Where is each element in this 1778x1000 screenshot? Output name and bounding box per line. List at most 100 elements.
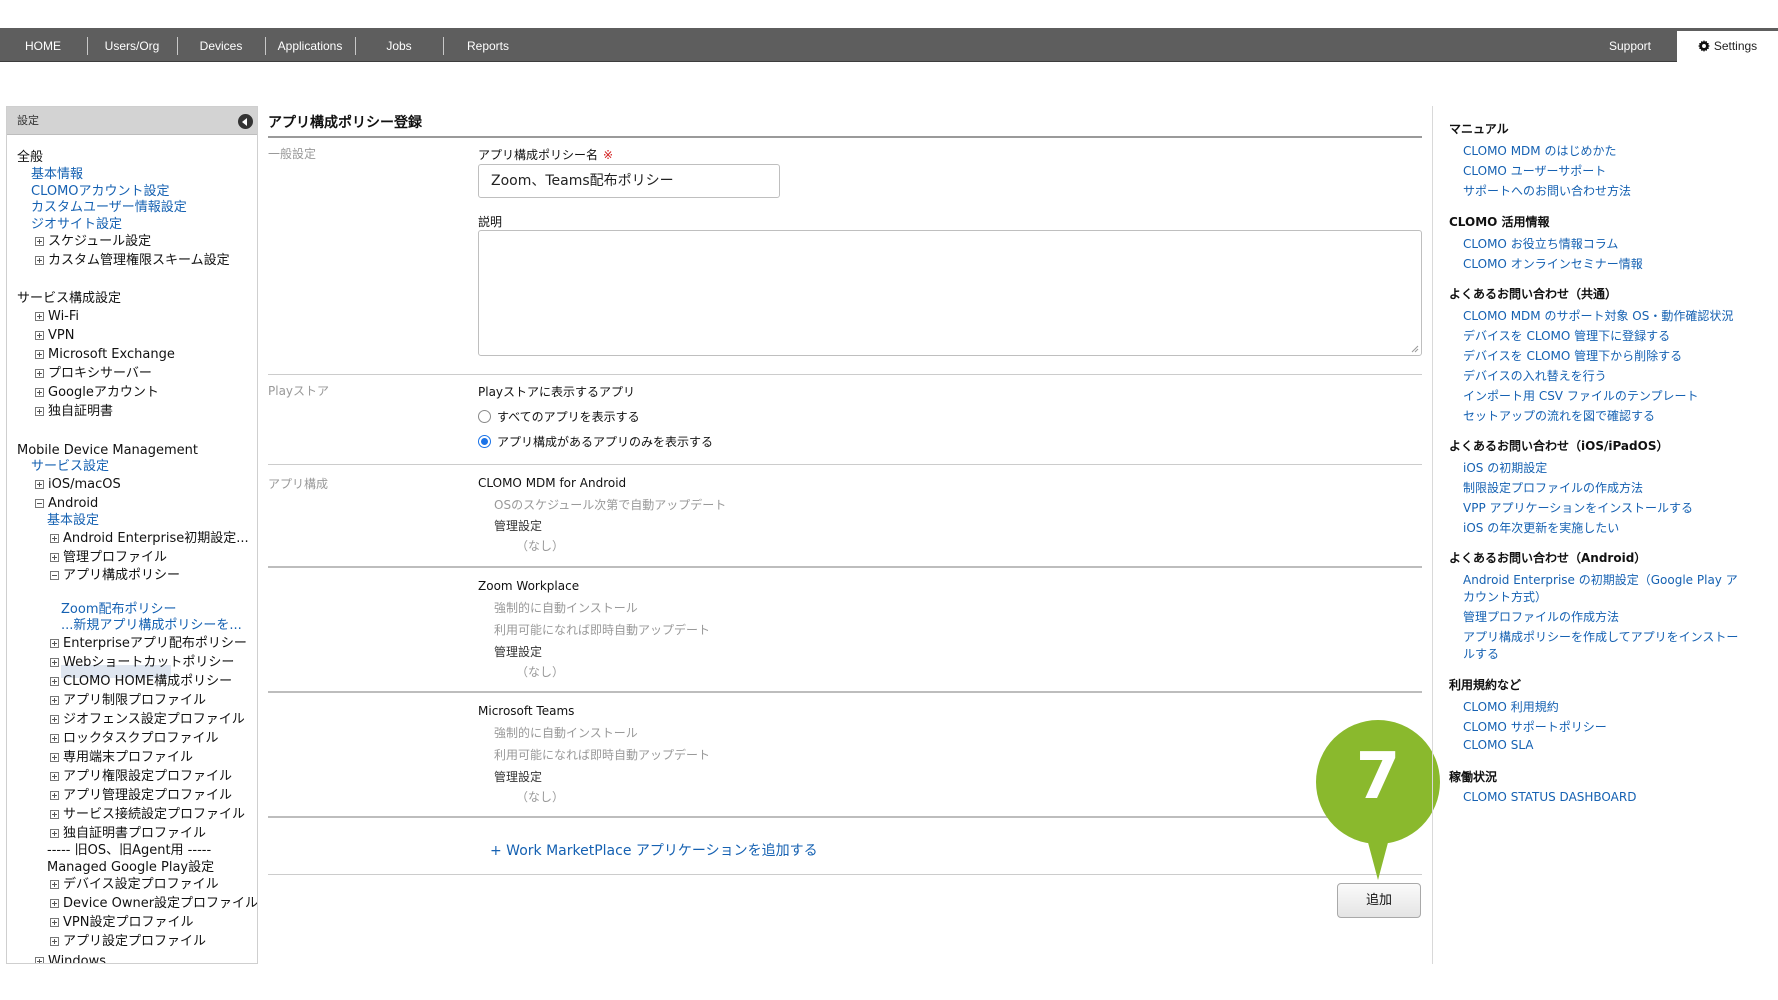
expand-icon[interactable] xyxy=(50,753,59,762)
resize-handle-icon[interactable] xyxy=(1411,345,1419,353)
nav-jobs[interactable]: Jobs xyxy=(356,28,442,62)
tree-link-android-basic[interactable]: 基本設定 xyxy=(47,512,99,530)
expand-icon[interactable] xyxy=(50,791,59,800)
tree-item-device-owner[interactable]: Device Owner設定プロファイル xyxy=(50,895,257,913)
help-link-continued[interactable]: ルする xyxy=(1463,645,1499,662)
help-link[interactable]: CLOMO MDM のサポート対象 OS・動作確認状況 xyxy=(1463,307,1733,324)
help-link[interactable]: インポート用 CSV ファイルのテンプレート xyxy=(1463,387,1698,404)
expand-icon[interactable] xyxy=(50,734,59,743)
expand-icon[interactable] xyxy=(35,480,44,489)
tree-item-android[interactable]: Android xyxy=(35,495,98,513)
tree-item-google-account[interactable]: Googleアカウント xyxy=(35,384,159,402)
tree-item-app-restriction[interactable]: アプリ制限プロファイル xyxy=(50,692,206,710)
tree-item-windows[interactable]: Windows xyxy=(35,953,106,963)
help-link[interactable]: アプリ構成ポリシーを作成してアプリをインストー xyxy=(1463,628,1738,645)
expand-icon[interactable] xyxy=(35,407,44,416)
tree-item-vpn[interactable]: VPN xyxy=(35,327,74,345)
help-link[interactable]: iOS の年次更新を実施したい xyxy=(1463,519,1619,536)
collapse-sidebar-icon[interactable] xyxy=(238,114,253,129)
tree-item-geofence[interactable]: ジオフェンス設定プロファイル xyxy=(50,711,245,729)
expand-icon[interactable] xyxy=(50,810,59,819)
policy-name-input[interactable]: Zoom、Teams配布ポリシー xyxy=(478,164,780,198)
expand-icon[interactable] xyxy=(50,696,59,705)
radio-button[interactable] xyxy=(478,410,491,423)
nav-settings-tab[interactable]: Settings xyxy=(1677,31,1778,62)
expand-icon[interactable] xyxy=(35,957,44,963)
help-link[interactable]: CLOMO ユーザーサポート xyxy=(1463,162,1606,179)
nav-support[interactable]: Support xyxy=(1590,28,1670,62)
expand-icon[interactable] xyxy=(35,331,44,340)
expand-icon[interactable] xyxy=(35,388,44,397)
tree-item-vpn-profile[interactable]: VPN設定プロファイル xyxy=(50,914,193,932)
help-link-continued[interactable]: カウント方式） xyxy=(1463,588,1547,605)
radio-button-selected[interactable] xyxy=(478,435,491,448)
expand-icon[interactable] xyxy=(50,880,59,889)
help-link[interactable]: CLOMO SLA xyxy=(1463,738,1533,752)
tree-item-certificate-profile[interactable]: 独自証明書プロファイル xyxy=(50,825,206,843)
help-link[interactable]: iOS の初期設定 xyxy=(1463,459,1547,476)
expand-icon[interactable] xyxy=(50,534,59,543)
expand-icon[interactable] xyxy=(50,677,59,686)
nav-home[interactable]: HOME xyxy=(0,28,86,62)
expand-icon[interactable] xyxy=(50,658,59,667)
help-link[interactable]: セットアップの流れを図で確認する xyxy=(1463,407,1655,424)
description-textarea[interactable] xyxy=(478,230,1422,356)
tree-item-device-settings[interactable]: デバイス設定プロファイル xyxy=(50,876,219,894)
nav-users-org[interactable]: Users/Org xyxy=(88,28,176,62)
tree-item-enterprise-app[interactable]: Enterpriseアプリ配布ポリシー xyxy=(50,635,247,653)
nav-devices[interactable]: Devices xyxy=(178,28,264,62)
expand-icon[interactable] xyxy=(35,350,44,359)
tree-item-lock-task[interactable]: ロックタスクプロファイル xyxy=(50,730,218,748)
radio-show-configured-apps[interactable]: アプリ構成があるアプリのみを表示する xyxy=(478,434,713,450)
tree-link-custom-user-info[interactable]: カスタムユーザー情報設定 xyxy=(31,199,187,217)
tree-item-mgmt-profile[interactable]: 管理プロファイル xyxy=(50,549,167,567)
help-link[interactable]: CLOMO 利用規約 xyxy=(1463,698,1559,715)
tree-item-app-settings-profile[interactable]: アプリ設定プロファイル xyxy=(50,933,206,951)
help-link[interactable]: デバイスを CLOMO 管理下に登録する xyxy=(1463,327,1670,344)
expand-icon[interactable] xyxy=(50,639,59,648)
tree-item-app-management[interactable]: アプリ管理設定プロファイル xyxy=(50,787,232,805)
tree-item-dedicated-device[interactable]: 専用端末プロファイル xyxy=(50,749,193,767)
tree-item-app-config-policy[interactable]: アプリ構成ポリシー xyxy=(50,567,180,585)
help-link[interactable]: CLOMO MDM のはじめかた xyxy=(1463,142,1616,159)
nav-reports[interactable]: Reports xyxy=(444,28,532,62)
help-link[interactable]: 管理プロファイルの作成方法 xyxy=(1463,608,1619,625)
expand-icon[interactable] xyxy=(35,369,44,378)
help-link[interactable]: CLOMO オンラインセミナー情報 xyxy=(1463,255,1643,272)
expand-icon[interactable] xyxy=(35,237,44,246)
help-link-status-dashboard[interactable]: CLOMO STATUS DASHBOARD xyxy=(1463,790,1636,804)
tree-link-geosite[interactable]: ジオサイト設定 xyxy=(31,216,122,234)
tree-item-app-permission[interactable]: アプリ権限設定プロファイル xyxy=(50,768,232,786)
help-link[interactable]: CLOMO サポートポリシー xyxy=(1463,718,1607,735)
expand-icon[interactable] xyxy=(35,256,44,265)
expand-icon[interactable] xyxy=(50,553,59,562)
expand-icon[interactable] xyxy=(50,937,59,946)
help-link[interactable]: デバイスの入れ替えを行う xyxy=(1463,367,1607,384)
help-link[interactable]: VPP アプリケーションをインストールする xyxy=(1463,499,1693,516)
tree-item-web-shortcut[interactable]: Webショートカットポリシー xyxy=(50,654,234,672)
tree-item-custom-permission[interactable]: カスタム管理権限スキーム設定 xyxy=(35,252,230,270)
help-link[interactable]: CLOMO お役立ち情報コラム xyxy=(1463,235,1618,252)
tree-item-proxy[interactable]: プロキシサーバー xyxy=(35,365,152,383)
help-link[interactable]: 制限設定プロファイルの作成方法 xyxy=(1463,479,1643,496)
expand-icon[interactable] xyxy=(50,918,59,927)
tree-item-managed-google-play[interactable]: Managed Google Play設定 xyxy=(47,859,214,877)
expand-icon[interactable] xyxy=(50,829,59,838)
add-button[interactable]: 追加 xyxy=(1337,883,1421,918)
tree-item-service-connection[interactable]: サービス接続設定プロファイル xyxy=(50,806,245,824)
help-link[interactable]: サポートへのお問い合わせ方法 xyxy=(1463,182,1631,199)
tree-item-ios-macos[interactable]: iOS/macOS xyxy=(35,476,121,494)
expand-icon[interactable] xyxy=(50,899,59,908)
add-marketplace-app-link[interactable]: + Work MarketPlace アプリケーションを追加する xyxy=(490,840,818,860)
tree-link-new-policy[interactable]: ...新規アプリ構成ポリシーを... xyxy=(61,617,242,635)
help-link[interactable]: Android Enterprise の初期設定（Google Play ア xyxy=(1463,571,1738,588)
help-link[interactable]: デバイスを CLOMO 管理下から削除する xyxy=(1463,347,1682,364)
expand-icon[interactable] xyxy=(50,772,59,781)
expand-icon[interactable] xyxy=(50,715,59,724)
collapse-icon[interactable] xyxy=(35,499,44,508)
tree-item-exchange[interactable]: Microsoft Exchange xyxy=(35,346,175,364)
tree-item-android-enterprise[interactable]: Android Enterprise初期設定... xyxy=(50,530,249,548)
tree-item-certificate[interactable]: 独自証明書 xyxy=(35,403,113,421)
collapse-icon[interactable] xyxy=(50,571,59,580)
tree-item-wifi[interactable]: Wi-Fi xyxy=(35,308,79,326)
